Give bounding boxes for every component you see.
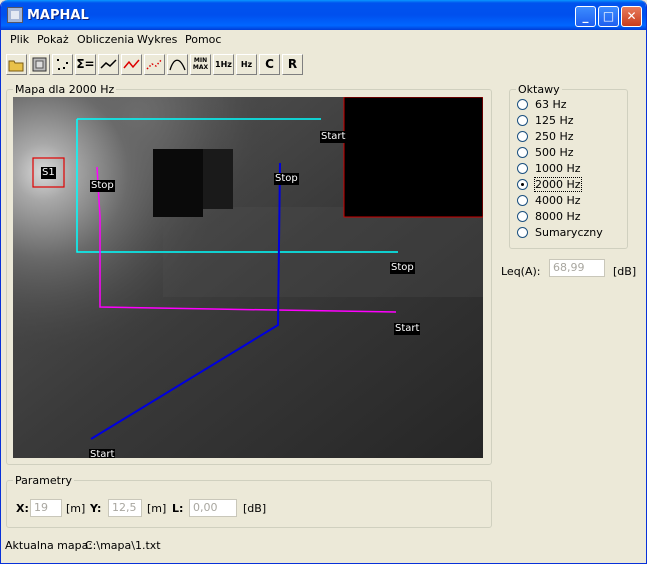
- title-bar[interactable]: MAPHAL _ □ ✕: [1, 0, 646, 30]
- map-group-title: Mapa dla 2000 Hz: [13, 83, 117, 96]
- radio-button[interactable]: [517, 131, 528, 142]
- octaves-title: Oktawy: [516, 83, 562, 96]
- l-label: L:: [172, 502, 184, 515]
- octave-label: 1000 Hz: [535, 162, 581, 175]
- l-unit: [dB]: [243, 502, 267, 515]
- cyan-stop-label: Stop: [390, 262, 415, 274]
- min-max-icon[interactable]: MIN MAX: [190, 54, 211, 75]
- radio-button[interactable]: [517, 211, 528, 222]
- status-path: C:\mapa\1.txt: [85, 539, 161, 552]
- line-chart-icon[interactable]: [98, 54, 119, 75]
- minimize-button[interactable]: _: [575, 6, 596, 27]
- c-icon[interactable]: C: [259, 54, 280, 75]
- cyan-start-label: Start: [320, 131, 347, 143]
- menu-bar: Plik Pokaż Obliczenia Wykres Pomoc: [4, 30, 643, 49]
- y-label: Y:: [90, 502, 102, 515]
- magenta-stop-label: Stop: [90, 180, 115, 192]
- hz-icon[interactable]: Hz: [236, 54, 257, 75]
- red-line-chart-icon[interactable]: [121, 54, 142, 75]
- open-folder-icon[interactable]: [6, 54, 27, 75]
- r-icon[interactable]: R: [282, 54, 303, 75]
- x-label: X:: [16, 502, 29, 515]
- radio-button[interactable]: [517, 99, 528, 110]
- radio-button[interactable]: [517, 147, 528, 158]
- radio-button-selected[interactable]: [517, 179, 528, 190]
- maximize-button[interactable]: □: [598, 6, 619, 27]
- l-field[interactable]: 0,00: [189, 499, 237, 517]
- octave-label: 63 Hz: [535, 98, 567, 111]
- menu-plik[interactable]: Plik: [10, 33, 29, 46]
- points-icon[interactable]: [52, 54, 73, 75]
- close-icon: ✕: [626, 9, 637, 23]
- blue-stop-label: Stop: [274, 173, 299, 185]
- octave-label: 4000 Hz: [535, 194, 581, 207]
- x-field[interactable]: 19: [30, 499, 62, 517]
- y-field[interactable]: 12,5: [108, 499, 142, 517]
- building-dark-1: [153, 149, 203, 217]
- y-unit: [m]: [147, 502, 167, 515]
- radio-button[interactable]: [517, 195, 528, 206]
- menu-wykres[interactable]: Wykres: [137, 33, 177, 46]
- magenta-start-label: Start: [394, 323, 421, 335]
- leq-field[interactable]: 68,99: [549, 259, 605, 277]
- x-unit: [m]: [66, 502, 86, 515]
- octave-label: 250 Hz: [535, 130, 574, 143]
- octave-label: 500 Hz: [535, 146, 574, 159]
- octave-label: 2000 Hz: [534, 177, 582, 192]
- octave-label: Sumaryczny: [535, 226, 603, 239]
- octave-label: 125 Hz: [535, 114, 574, 127]
- radio-button[interactable]: [517, 163, 528, 174]
- minimize-icon: _: [582, 9, 589, 23]
- frame-icon[interactable]: [29, 54, 50, 75]
- building-dark-2: [203, 149, 233, 209]
- leq-unit: [dB]: [613, 265, 637, 278]
- status-label: Aktualna mapa:: [5, 539, 93, 552]
- octave-label: 8000 Hz: [535, 210, 581, 223]
- leq-label: Leq(A):: [501, 265, 541, 278]
- app-window: MAPHAL _ □ ✕ Plik Pokaż Obliczenia Wykre…: [0, 0, 647, 564]
- radio-button[interactable]: [517, 115, 528, 126]
- sigma-icon[interactable]: Σ=: [75, 54, 96, 75]
- noise-map[interactable]: S1 Start Stop Stop Start Stop Start: [13, 97, 483, 458]
- curve-icon[interactable]: [167, 54, 188, 75]
- radio-button[interactable]: [517, 227, 528, 238]
- map-canvas: [13, 97, 483, 458]
- building-black: [343, 97, 483, 218]
- dotted-chart-icon[interactable]: [144, 54, 165, 75]
- parametry-title: Parametry: [13, 474, 74, 487]
- source-label-s1: S1: [41, 167, 56, 179]
- app-icon: [7, 7, 23, 23]
- close-button[interactable]: ✕: [621, 6, 642, 27]
- toolbar: Σ= MIN MAX 1Hz Hz C R: [4, 51, 643, 79]
- menu-pomoc[interactable]: Pomoc: [185, 33, 221, 46]
- menu-pokaz[interactable]: Pokaż: [37, 33, 69, 46]
- blue-start-label: Start: [89, 449, 116, 458]
- window-title: MAPHAL: [27, 8, 89, 23]
- menu-obliczenia[interactable]: Obliczenia: [77, 33, 134, 46]
- maximize-icon: □: [602, 9, 615, 23]
- one-hz-icon[interactable]: 1Hz: [213, 54, 234, 75]
